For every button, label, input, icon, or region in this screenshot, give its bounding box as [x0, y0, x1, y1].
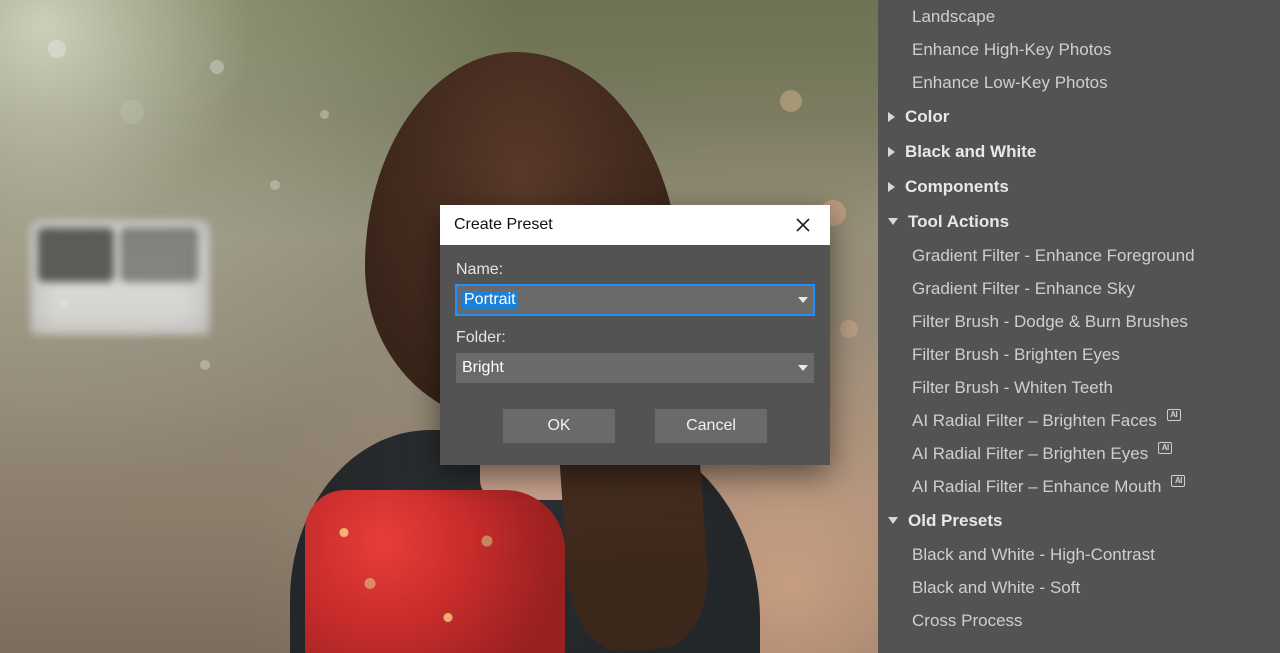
presets-panel: Landscape Enhance High-Key Photos Enhanc…	[878, 0, 1280, 653]
preset-group-old-presets[interactable]: Old Presets	[878, 503, 1280, 538]
dialog-titlebar[interactable]: Create Preset	[440, 205, 830, 245]
preset-group-label: Components	[905, 178, 1009, 195]
create-preset-dialog: Create Preset Name: Portrait Folder: Bri…	[440, 205, 830, 465]
bokeh-dot	[780, 90, 802, 112]
preset-item[interactable]: Landscape	[878, 0, 1280, 33]
preset-item-label: AI Radial Filter – Brighten Eyes	[912, 445, 1148, 462]
preset-item-label: Filter Brush - Brighten Eyes	[912, 346, 1120, 363]
bokeh-dot	[210, 60, 224, 74]
preset-item-label: Gradient Filter - Enhance Foreground	[912, 247, 1195, 264]
preset-item-label: Enhance Low-Key Photos	[912, 74, 1108, 91]
chevron-right-icon	[888, 112, 895, 122]
chevron-down-icon	[798, 297, 808, 303]
folder-label: Folder:	[456, 329, 814, 347]
preset-item-label: Filter Brush - Whiten Teeth	[912, 379, 1113, 396]
preset-item-label: AI Radial Filter – Enhance Mouth	[912, 478, 1161, 495]
dialog-buttons: OK Cancel	[440, 391, 830, 465]
preset-item[interactable]: Filter Brush - Brighten Eyes	[878, 338, 1280, 371]
folder-value: Bright	[462, 359, 504, 377]
close-icon	[796, 218, 810, 232]
preset-item-label: Filter Brush - Dodge & Burn Brushes	[912, 313, 1188, 330]
bokeh-dot	[120, 100, 144, 124]
subject-scarf	[305, 490, 565, 653]
preset-item[interactable]: Enhance High-Key Photos	[878, 33, 1280, 66]
preset-item-label: Gradient Filter - Enhance Sky	[912, 280, 1135, 297]
preset-item[interactable]: Filter Brush - Dodge & Burn Brushes	[878, 305, 1280, 338]
bokeh-dot	[840, 320, 858, 338]
chevron-down-icon	[798, 365, 808, 371]
cancel-button-label: Cancel	[686, 417, 736, 435]
preset-item-label: AI Radial Filter – Brighten Faces	[912, 412, 1157, 429]
ai-badge-icon: AI	[1158, 442, 1172, 454]
preset-item-label: Landscape	[912, 8, 995, 25]
preset-group-components[interactable]: Components	[878, 169, 1280, 204]
bokeh-dot	[200, 360, 210, 370]
close-button[interactable]	[786, 208, 820, 242]
chevron-down-icon	[888, 218, 898, 225]
preset-item[interactable]: Black and White - High-Contrast	[878, 538, 1280, 571]
preset-item[interactable]: Gradient Filter - Enhance Foreground	[878, 239, 1280, 272]
ai-badge-icon: AI	[1171, 475, 1185, 487]
preset-item[interactable]: Cross Process	[878, 604, 1280, 637]
preset-item[interactable]: Black and White - Soft	[878, 571, 1280, 604]
preset-group-label: Old Presets	[908, 512, 1003, 529]
name-label: Name:	[456, 261, 814, 279]
preset-item-label: Black and White - Soft	[912, 579, 1080, 596]
preset-item-label: Enhance High-Key Photos	[912, 41, 1111, 58]
chevron-down-icon	[888, 517, 898, 524]
preset-group-black-and-white[interactable]: Black and White	[878, 134, 1280, 169]
preset-item-label: Black and White - High-Contrast	[912, 546, 1155, 563]
preset-group-label: Color	[905, 108, 949, 125]
preset-group-color[interactable]: Color	[878, 99, 1280, 134]
ok-button[interactable]: OK	[503, 409, 615, 443]
presets-tree: Landscape Enhance High-Key Photos Enhanc…	[878, 0, 1280, 637]
preset-item[interactable]: Filter Brush - Whiten Teeth	[878, 371, 1280, 404]
ai-badge-icon: AI	[1167, 409, 1181, 421]
preset-group-label: Black and White	[905, 143, 1036, 160]
background-van	[30, 220, 210, 335]
preset-item[interactable]: AI Radial Filter – Enhance Mouth AI	[878, 470, 1280, 503]
preset-item[interactable]: AI Radial Filter – Brighten Eyes AI	[878, 437, 1280, 470]
dialog-title: Create Preset	[454, 216, 553, 234]
preset-item-label: Cross Process	[912, 612, 1023, 629]
preset-item[interactable]: Enhance Low-Key Photos	[878, 66, 1280, 99]
preset-group-label: Tool Actions	[908, 213, 1009, 230]
bokeh-dot	[270, 180, 280, 190]
preset-item[interactable]: Gradient Filter - Enhance Sky	[878, 272, 1280, 305]
name-value: Portrait	[462, 291, 518, 309]
cancel-button[interactable]: Cancel	[655, 409, 767, 443]
bokeh-dot	[48, 40, 66, 58]
bokeh-dot	[320, 110, 329, 119]
chevron-right-icon	[888, 147, 895, 157]
preset-group-tool-actions[interactable]: Tool Actions	[878, 204, 1280, 239]
dialog-body: Name: Portrait Folder: Bright	[440, 245, 830, 391]
name-combobox[interactable]: Portrait	[456, 285, 814, 315]
ok-button-label: OK	[547, 417, 570, 435]
chevron-right-icon	[888, 182, 895, 192]
folder-combobox[interactable]: Bright	[456, 353, 814, 383]
preset-item[interactable]: AI Radial Filter – Brighten Faces AI	[878, 404, 1280, 437]
